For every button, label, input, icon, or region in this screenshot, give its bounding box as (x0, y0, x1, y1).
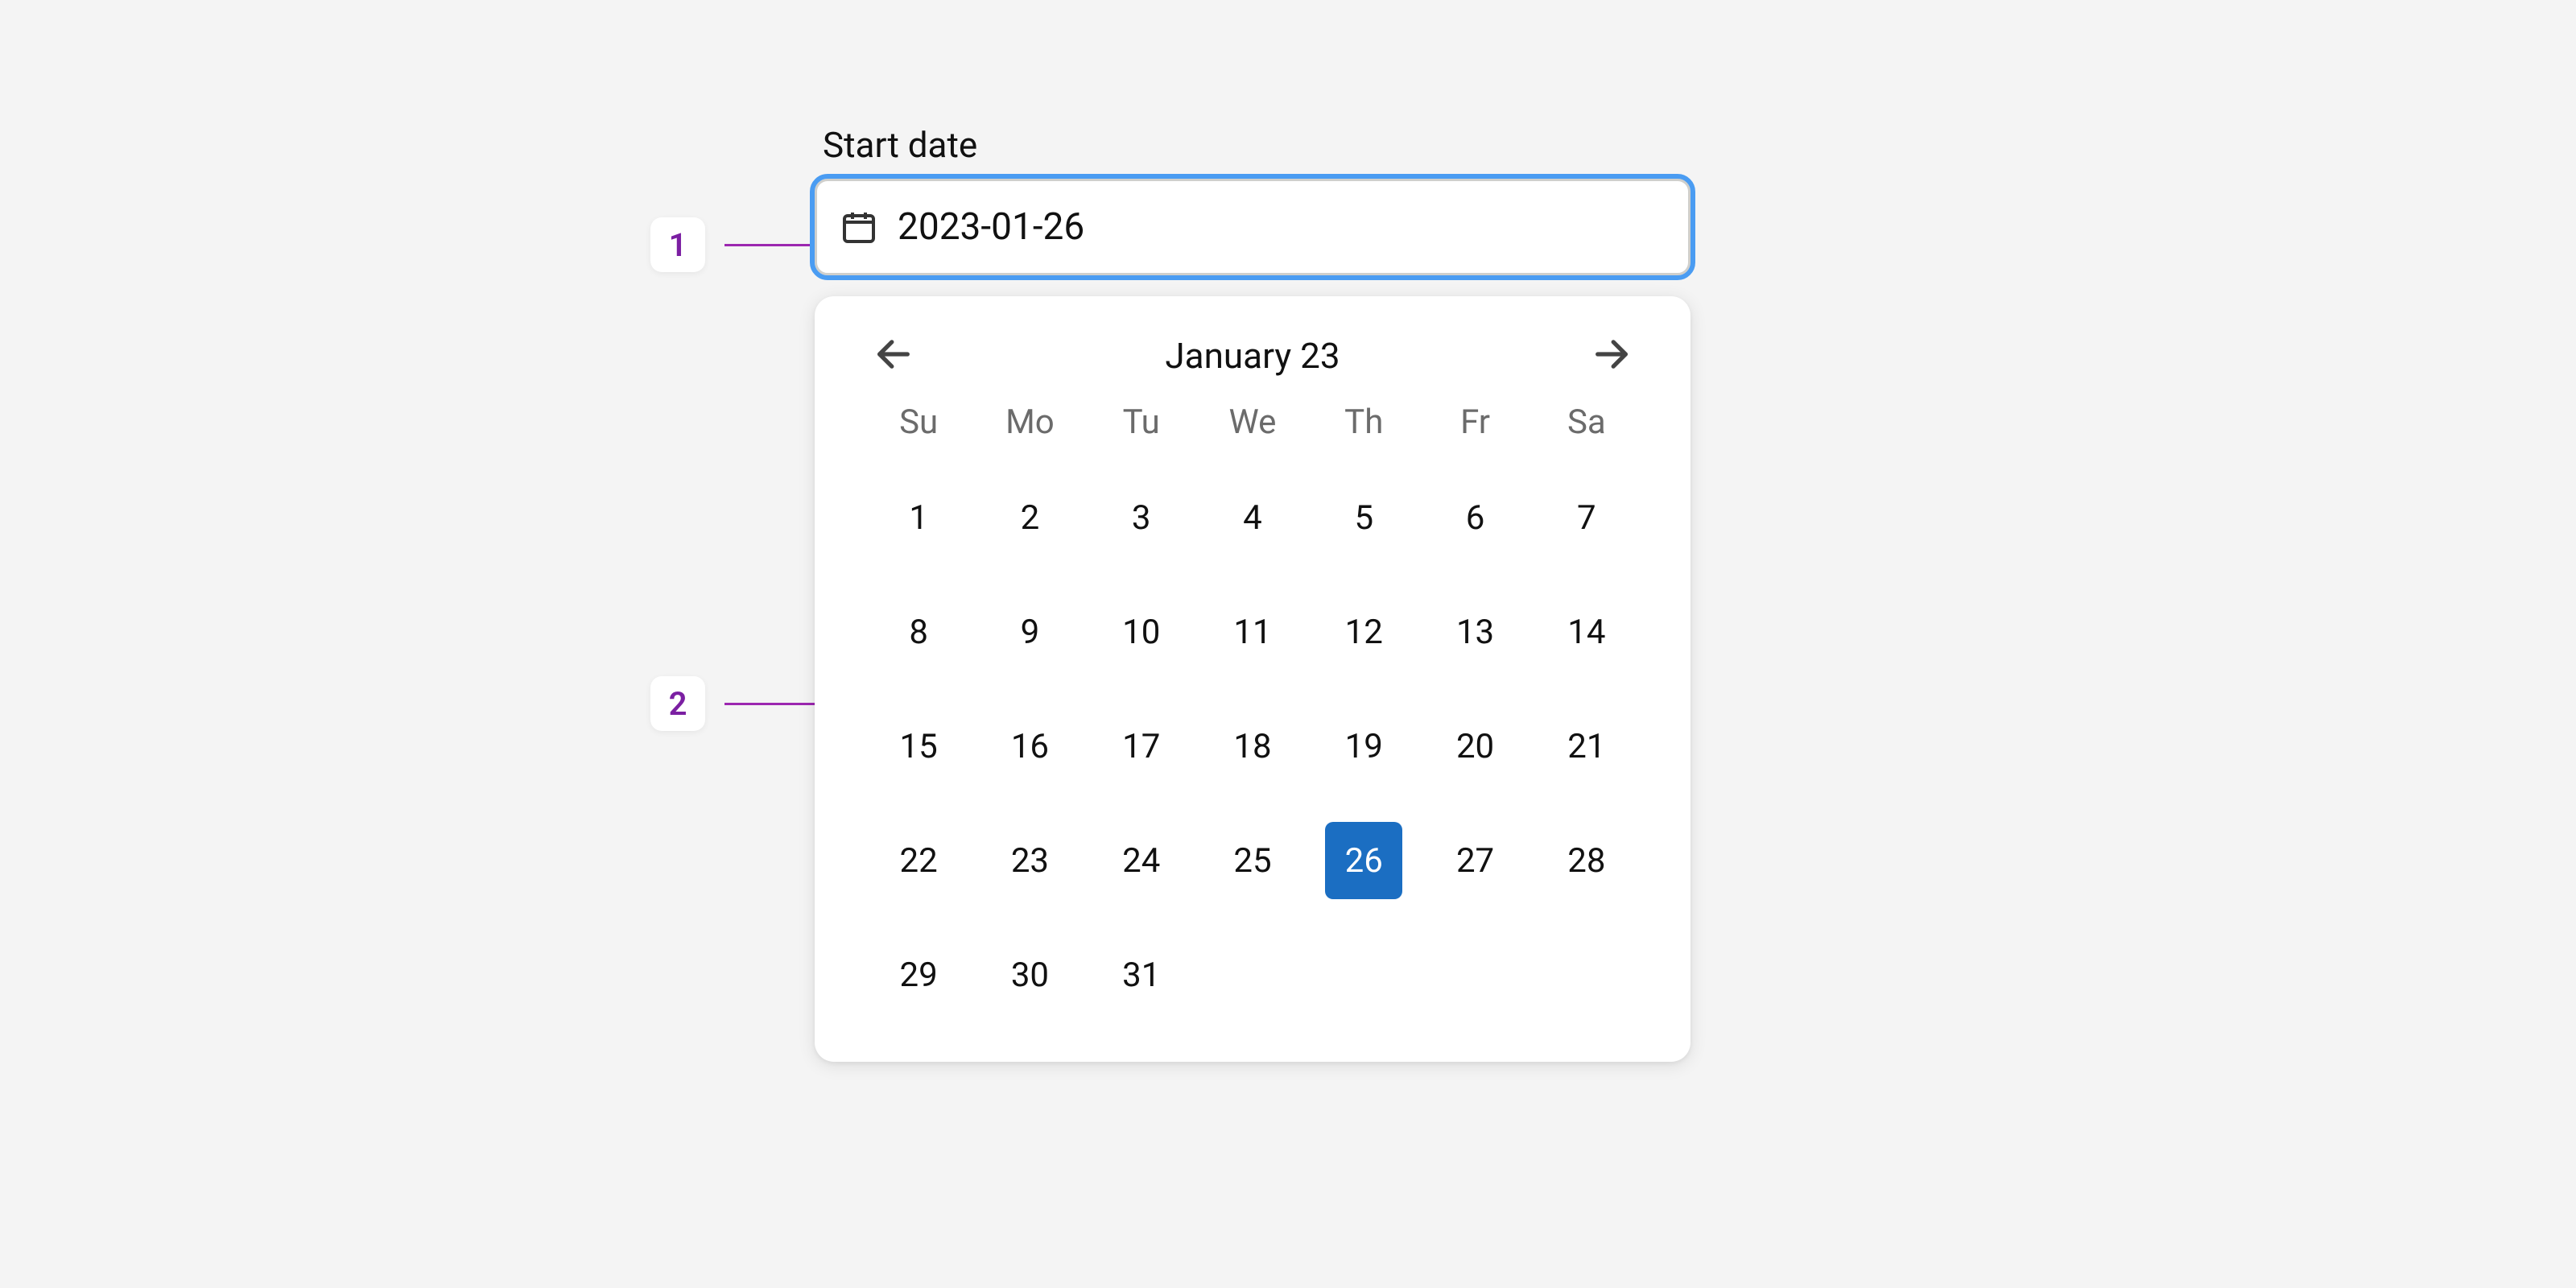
prev-month-button[interactable] (873, 333, 914, 378)
calendar-month-label[interactable]: January 23 (1165, 335, 1340, 377)
annotation-2-marker: 2 (650, 676, 705, 731)
calendar-day[interactable]: 13 (1437, 593, 1514, 671)
calendar-day[interactable]: 22 (880, 822, 957, 899)
calendar-day[interactable]: 2 (991, 479, 1068, 556)
calendar-day[interactable]: 18 (1214, 708, 1291, 785)
weekday-header: Th (1344, 402, 1383, 442)
annotation-2-number: 2 (669, 685, 687, 723)
annotation-1-number: 1 (669, 226, 687, 264)
next-month-button[interactable] (1591, 333, 1633, 378)
calendar-day[interactable]: 10 (1103, 593, 1180, 671)
weekday-header: Mo (1005, 402, 1055, 442)
calendar-icon[interactable] (840, 208, 878, 246)
arrow-left-icon (873, 333, 914, 378)
calendar-day[interactable]: 7 (1548, 479, 1625, 556)
calendar-day[interactable]: 8 (880, 593, 957, 671)
calendar-day[interactable]: 20 (1437, 708, 1514, 785)
calendar-day[interactable]: 15 (880, 708, 957, 785)
calendar-day[interactable]: 27 (1437, 822, 1514, 899)
calendar-header: January 23 (863, 333, 1642, 402)
calendar-day[interactable]: 17 (1103, 708, 1180, 785)
calendar-day[interactable]: 28 (1548, 822, 1625, 899)
calendar-day[interactable]: 11 (1214, 593, 1291, 671)
weekday-header: Sa (1567, 402, 1606, 442)
annotation-1-marker: 1 (650, 217, 705, 272)
calendar-day[interactable]: 16 (991, 708, 1068, 785)
calendar-day[interactable]: 9 (991, 593, 1068, 671)
calendar-day[interactable]: 31 (1103, 936, 1180, 1013)
calendar-day[interactable]: 4 (1214, 479, 1291, 556)
calendar-day[interactable]: 19 (1325, 708, 1402, 785)
calendar-day[interactable]: 21 (1548, 708, 1625, 785)
calendar-grid: Su Mo Tu We Th Fr Sa 1 2 3 4 5 6 7 8 9 1… (863, 402, 1642, 1013)
calendar-popup: January 23 Su Mo Tu We Th Fr Sa 1 2 3 4 (815, 296, 1690, 1062)
arrow-right-icon (1591, 333, 1633, 378)
calendar-day[interactable]: 1 (880, 479, 957, 556)
calendar-day[interactable]: 5 (1325, 479, 1402, 556)
calendar-day[interactable]: 26 (1325, 822, 1402, 899)
date-picker: Start date 2023-01-26 January 23 (815, 124, 1690, 1062)
date-input-value: 2023-01-26 (898, 205, 1084, 249)
weekday-header: Su (899, 402, 938, 442)
field-label: Start date (823, 124, 1690, 166)
calendar-day[interactable]: 3 (1103, 479, 1180, 556)
calendar-day[interactable]: 30 (991, 936, 1068, 1013)
calendar-day[interactable]: 23 (991, 822, 1068, 899)
weekday-header: Tu (1123, 402, 1160, 442)
calendar-day[interactable]: 6 (1437, 479, 1514, 556)
calendar-day[interactable]: 25 (1214, 822, 1291, 899)
date-input[interactable]: 2023-01-26 (815, 179, 1690, 275)
weekday-header: We (1229, 402, 1277, 442)
calendar-day[interactable]: 29 (880, 936, 957, 1013)
calendar-day[interactable]: 24 (1103, 822, 1180, 899)
calendar-day[interactable]: 14 (1548, 593, 1625, 671)
weekday-header: Fr (1460, 402, 1490, 442)
calendar-day[interactable]: 12 (1325, 593, 1402, 671)
